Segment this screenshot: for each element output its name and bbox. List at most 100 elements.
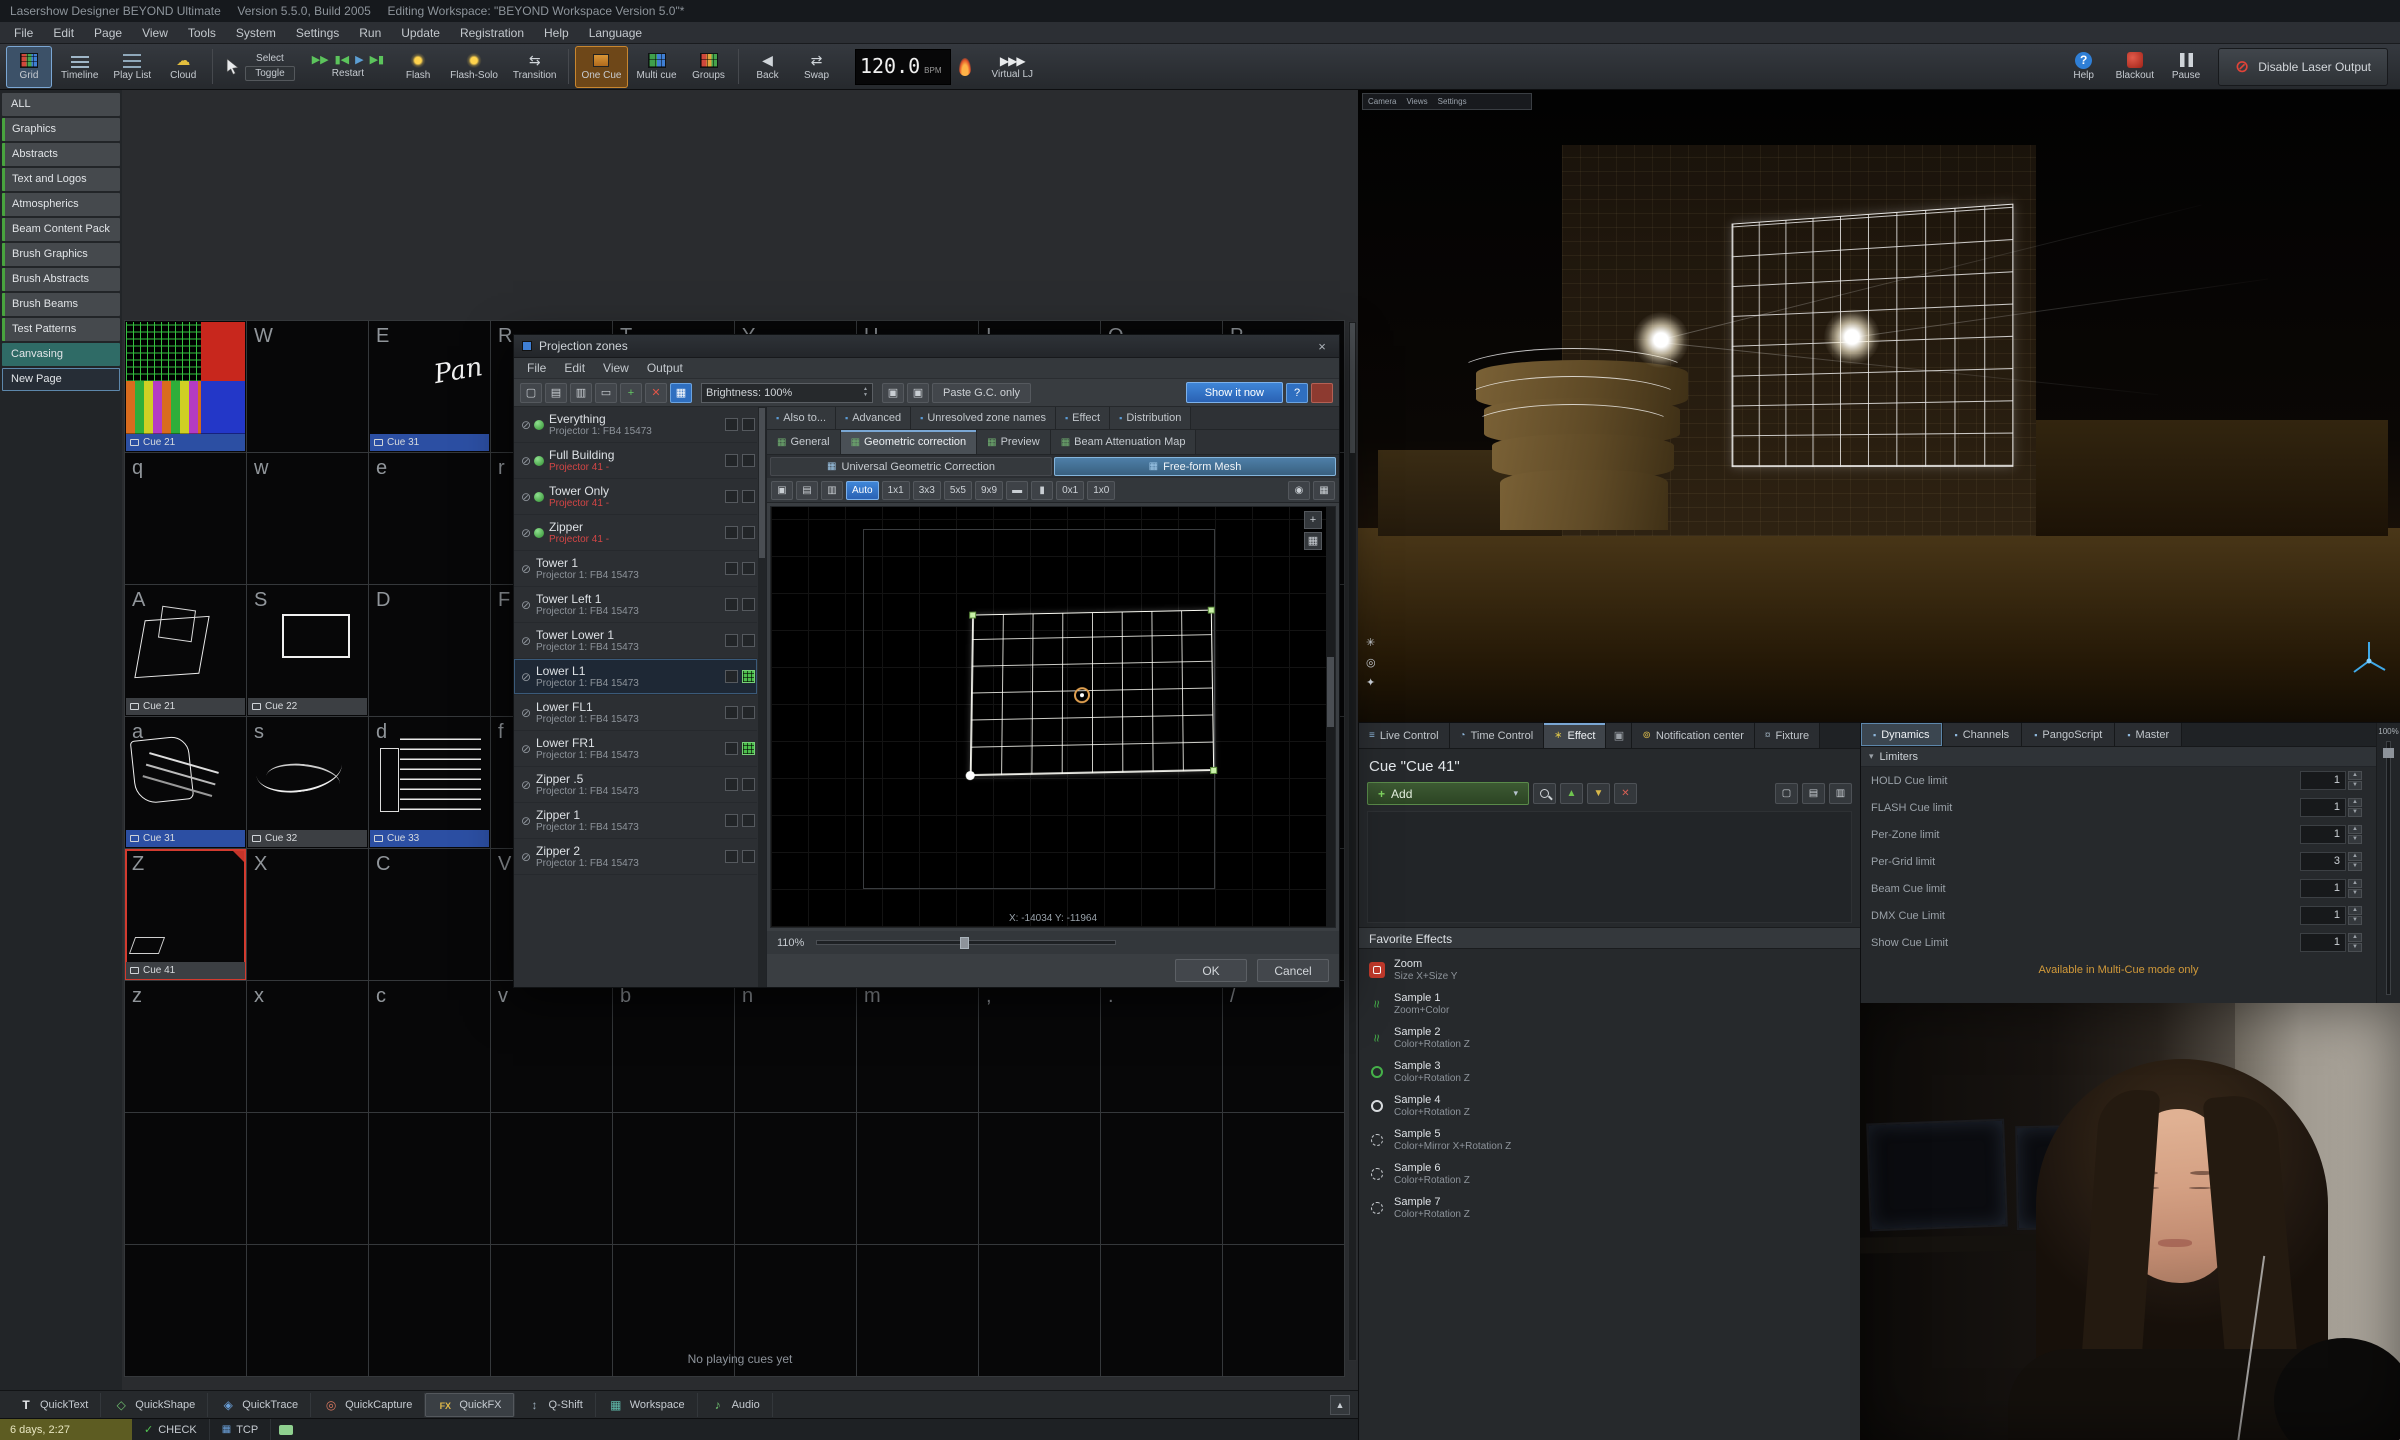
limiter-spinbox[interactable]: 1 ▲▼ — [2300, 879, 2362, 898]
mesh-grid-size-button[interactable]: 3x3 — [913, 481, 941, 500]
menu-item[interactable]: Help — [534, 22, 579, 44]
zone-list-item[interactable]: ⊘ Zipper 2 Projector 1: FB4 15473 — [514, 839, 757, 875]
zone-mute-icon[interactable]: ⊘ — [518, 418, 534, 432]
zone-option-tab[interactable]: Unresolved zone names — [911, 407, 1056, 429]
zone-mute-icon[interactable]: ⊘ — [518, 598, 534, 612]
swap-button[interactable]: ⇄Swap — [794, 46, 840, 88]
quick-tool-tab[interactable]: QuickShape — [101, 1393, 208, 1417]
blackout-button[interactable]: Blackout — [2110, 46, 2160, 88]
cue-cell[interactable]: Cue 22 S — [246, 584, 369, 717]
limiter-value[interactable]: 1 — [2300, 933, 2346, 952]
transition-button[interactable]: ⇆Transition — [507, 46, 563, 88]
menu-item[interactable]: System — [226, 22, 286, 44]
one-cue-button[interactable]: One Cue — [575, 46, 627, 88]
collapse-panel-icon[interactable]: ▲ — [1330, 1395, 1350, 1415]
effect-list-area[interactable] — [1367, 811, 1852, 923]
cancel-button[interactable]: Cancel — [1257, 959, 1329, 982]
cue-cell[interactable]: , — [978, 980, 1101, 1113]
move-down-button[interactable]: ▼ — [1587, 783, 1610, 804]
zone-grid-checkbox[interactable] — [742, 598, 755, 611]
zone-option-tab[interactable]: Also to... — [767, 407, 836, 429]
zone-mute-icon[interactable]: ⊘ — [518, 562, 534, 576]
cue-cell[interactable] — [124, 1112, 247, 1245]
zone-grid-checkbox[interactable] — [742, 706, 755, 719]
selected-mesh-point[interactable] — [1074, 687, 1090, 703]
projector-icon-button[interactable]: ▭ — [595, 383, 617, 403]
zone-grid-checkbox[interactable] — [742, 490, 755, 503]
limiter-spinbox[interactable]: 3 ▲▼ — [2300, 852, 2362, 871]
zone-checkbox[interactable] — [725, 454, 738, 467]
check-status[interactable]: CHECK — [132, 1419, 210, 1440]
dialog-help-button[interactable]: ? — [1286, 383, 1308, 403]
favorite-effect-item[interactable]: Sample 6 Color+Rotation Z — [1365, 1157, 1854, 1191]
zone-settings-icon-button[interactable]: ▦ — [670, 383, 692, 403]
limiters-section-header[interactable]: Limiters — [1861, 747, 2376, 767]
cue-cell[interactable] — [978, 1112, 1101, 1245]
star-icon[interactable]: ✳ — [1366, 638, 1376, 649]
new-file-icon-button[interactable]: ▢ — [1775, 783, 1798, 804]
preview-menu-item[interactable]: Settings — [1438, 97, 1467, 106]
control-tab[interactable]: Live Control — [1359, 723, 1450, 748]
control-tab[interactable]: Effect — [1544, 723, 1606, 748]
zone-grid-checkbox[interactable] — [742, 454, 755, 467]
zone-list-item[interactable]: ⊘ Zipper 1 Projector 1: FB4 15473 — [514, 803, 757, 839]
move-up-button[interactable]: ▲ — [1560, 783, 1583, 804]
zone-checkbox[interactable] — [725, 814, 738, 827]
zone-list-item[interactable]: ⊘ Tower Left 1 Projector 1: FB4 15473 — [514, 587, 757, 623]
zone-main-tab[interactable]: General — [767, 430, 841, 454]
flash-button[interactable]: Flash — [395, 46, 441, 88]
cue-cell[interactable]: Cue 33 d — [368, 716, 491, 849]
open-file-icon-button[interactable]: ▤ — [1802, 783, 1825, 804]
add-effect-button[interactable]: +Add▾ — [1367, 782, 1529, 805]
mesh-corner-handle[interactable] — [1208, 607, 1215, 614]
cue-cell[interactable]: c — [368, 980, 491, 1113]
remove-effect-button[interactable]: ✕ — [1614, 783, 1637, 804]
cue-cell[interactable]: q — [124, 452, 247, 585]
mesh-grid-size-button[interactable]: 5x5 — [944, 481, 972, 500]
favorite-effect-item[interactable]: Sample 3 Color+Rotation Z — [1365, 1055, 1854, 1089]
zone-grid-checkbox[interactable] — [742, 418, 755, 431]
dynamics-tab[interactable]: PangoScript — [2022, 723, 2115, 746]
bpm-display[interactable]: 120.0BPM — [855, 49, 951, 85]
mesh-save-icon-button[interactable]: ▣ — [771, 481, 793, 500]
zone-list-item[interactable]: ⊘ Lower L1 Projector 1: FB4 15473 — [514, 659, 757, 695]
control-tab[interactable]: Time Control — [1450, 723, 1545, 748]
cue-cell[interactable]: Pan Cue 31 E — [368, 320, 491, 453]
zone-checkbox[interactable] — [725, 670, 738, 683]
cue-cell[interactable] — [490, 1112, 613, 1245]
zone-checkbox[interactable] — [725, 490, 738, 503]
mesh-editor-canvas[interactable]: X: -14034 Y: -11964 +▦ — [770, 506, 1336, 928]
play-icon[interactable]: ▶ — [355, 54, 363, 66]
cue-cell[interactable]: Cue 41 Z — [124, 848, 247, 981]
spinner-arrows[interactable]: ▲▼ — [2348, 825, 2362, 844]
quick-tool-tab[interactable]: Q-Shift — [515, 1393, 596, 1417]
cue-cell[interactable]: b — [612, 980, 735, 1113]
zone-mute-icon[interactable]: ⊘ — [518, 526, 534, 540]
mesh-grid-size-button[interactable]: 9x9 — [975, 481, 1003, 500]
cue-cell[interactable]: D — [368, 584, 491, 717]
ok-button[interactable]: OK — [1175, 959, 1247, 982]
mesh-rows-icon-button[interactable]: ▬ — [1006, 481, 1028, 500]
zone-main-tab[interactable]: Preview — [977, 430, 1051, 454]
menu-item[interactable]: Update — [391, 22, 450, 44]
zone-list-item[interactable]: ⊘ Lower FL1 Projector 1: FB4 15473 — [514, 695, 757, 731]
cue-cell[interactable]: W — [246, 320, 369, 453]
restart-button[interactable]: Restart — [332, 68, 364, 79]
brightness-field[interactable]: Brightness: 100%▲▼ — [701, 383, 873, 403]
zone-list-item[interactable]: ⊘ Tower Only Projector 41 - — [514, 479, 757, 515]
preview-3d-panel[interactable]: CameraViewsSettings ✳◎✦ — [1358, 90, 2400, 722]
zone-grid-checkbox[interactable] — [742, 634, 755, 647]
spinner-arrows[interactable]: ▲▼ — [2348, 879, 2362, 898]
limiter-value[interactable]: 1 — [2300, 906, 2346, 925]
virtual-lj-button[interactable]: ▶▶▶Virtual LJ — [984, 54, 1042, 80]
zone-list-item[interactable]: ⊘ Tower 1 Projector 1: FB4 15473 — [514, 551, 757, 587]
flash-solo-button[interactable]: Flash-Solo — [444, 46, 504, 88]
cue-cell[interactable] — [856, 1112, 979, 1245]
zoom-in-icon[interactable]: + — [1304, 511, 1322, 529]
brightness-spinner[interactable]: ▲▼ — [863, 387, 868, 398]
favorite-effect-item[interactable]: Sample 1 Zoom+Color — [1365, 987, 1854, 1021]
zone-list-item[interactable]: ⊘ Zipper Projector 41 - — [514, 515, 757, 551]
control-tab[interactable]: Fixture — [1755, 723, 1820, 748]
timeline-button[interactable]: Timeline — [55, 46, 104, 88]
dialog-stop-button[interactable] — [1311, 383, 1333, 403]
